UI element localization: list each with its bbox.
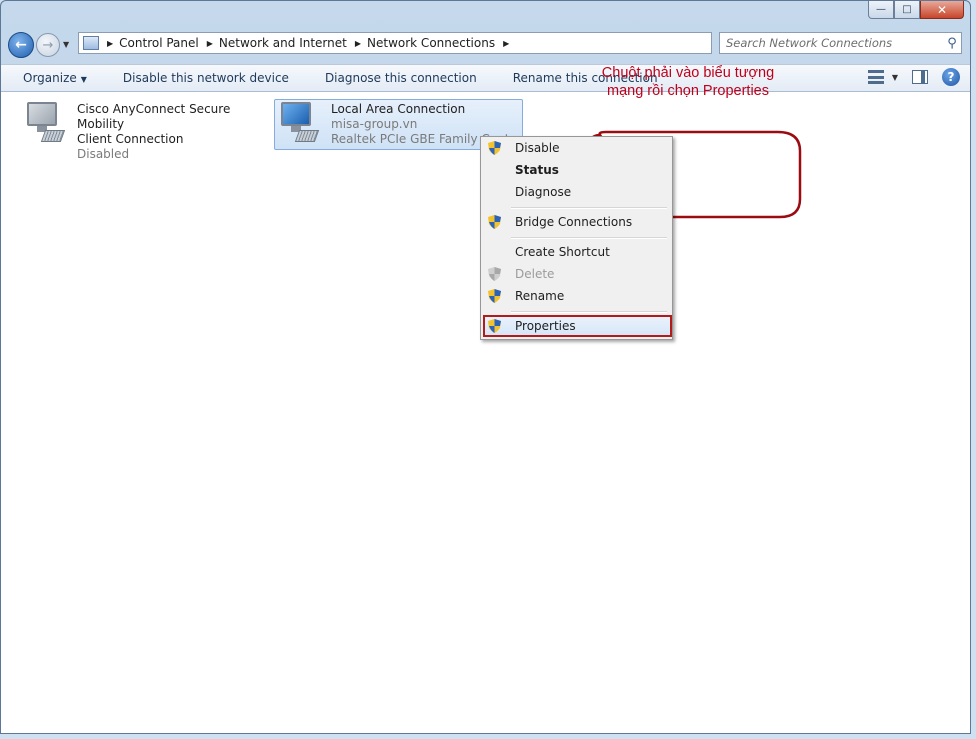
callout-line2: mạng rồi chọn Properties [607, 83, 769, 99]
preview-pane-icon[interactable] [912, 70, 928, 84]
maximize-button[interactable]: □ [894, 1, 920, 19]
uac-shield-icon [488, 215, 501, 229]
views-icon [867, 70, 884, 84]
command-bar: Organize ▼ Disable this network device Di… [1, 64, 970, 92]
menu-item-properties[interactable]: Properties [483, 315, 672, 337]
menu-item-label: Properties [515, 319, 576, 333]
recent-pages-dropdown[interactable]: ▼ [63, 40, 69, 49]
callout-text: Chuột phải vào biểu tượng mạng rồi chọn … [586, 64, 790, 100]
menu-item-label: Create Shortcut [515, 245, 610, 259]
control-panel-icon [83, 36, 99, 50]
menu-item-disable[interactable]: Disable [484, 137, 669, 159]
connection-item-cisco-anyconnect[interactable]: Cisco AnyConnect Secure Mobility Client … [21, 100, 266, 162]
change-view-button[interactable]: ▼ [867, 70, 898, 84]
callout-line1: Chuột phải vào biểu tượng [601, 65, 775, 81]
chevron-down-icon: ▼ [891, 72, 898, 82]
menu-item-label: Delete [515, 267, 555, 281]
menu-item-status[interactable]: Status [484, 159, 669, 181]
breadcrumb-network-and-internet[interactable]: Network and Internet [219, 36, 347, 50]
menu-separator [511, 237, 667, 239]
minimize-button[interactable]: — [868, 1, 894, 19]
uac-shield-icon [488, 267, 501, 281]
chevron-right-icon[interactable]: ▶ [503, 39, 509, 48]
search-icon[interactable]: ⚲ [943, 36, 961, 51]
menu-item-delete: Delete [484, 263, 669, 285]
connection-network: misa-group.vn [331, 117, 418, 131]
search-box[interactable]: Search Network Connections ⚲ [719, 32, 962, 54]
chevron-right-icon[interactable]: ▶ [207, 39, 213, 48]
chevron-right-icon[interactable]: ▶ [355, 39, 361, 48]
close-button[interactable]: ✕ [920, 1, 964, 19]
chevron-down-icon: ▼ [80, 75, 87, 84]
disable-device-button[interactable]: Disable this network device [101, 71, 303, 85]
connection-status: Disabled [77, 147, 130, 161]
network-adapter-icon [21, 100, 71, 144]
connection-name-line1: Cisco AnyConnect Secure Mobility [77, 102, 231, 131]
menu-item-bridge-connections[interactable]: Bridge Connections [484, 211, 669, 233]
menu-item-label: Bridge Connections [515, 215, 633, 229]
back-button[interactable]: ← [8, 32, 34, 58]
menu-item-create-shortcut[interactable]: Create Shortcut [484, 241, 669, 263]
navigation-bar: ← → ▼ ▶ Control Panel ▶ Network and Inte… [1, 28, 970, 60]
back-arrow-icon: ← [15, 37, 27, 53]
menu-separator [511, 207, 667, 209]
uac-shield-icon [488, 289, 501, 303]
menu-item-label: Diagnose [515, 185, 572, 199]
menu-item-label: Disable [515, 141, 560, 155]
breadcrumb-control-panel[interactable]: Control Panel [119, 36, 199, 50]
diagnose-connection-button[interactable]: Diagnose this connection [303, 71, 491, 85]
network-adapter-icon [275, 100, 325, 144]
address-bar[interactable]: ▶ Control Panel ▶ Network and Internet ▶… [78, 32, 712, 54]
uac-shield-icon [488, 141, 501, 155]
explorer-window: — □ ✕ ← → ▼ ▶ Control Panel ▶ Network an… [0, 0, 971, 734]
organize-menu[interactable]: Organize ▼ [1, 71, 101, 85]
search-input[interactable]: Search Network Connections [726, 36, 943, 50]
menu-item-rename[interactable]: Rename [484, 285, 669, 307]
organize-label: Organize [23, 71, 77, 85]
help-icon[interactable]: ? [942, 68, 960, 86]
connection-name: Local Area Connection [331, 102, 466, 116]
forward-button[interactable]: → [36, 33, 60, 57]
menu-item-label: Rename [515, 289, 565, 303]
caption-buttons: — □ ✕ [868, 1, 964, 19]
chevron-right-icon[interactable]: ▶ [107, 39, 113, 48]
menu-separator [511, 311, 667, 313]
context-menu: Disable Status Diagnose Bridge Connectio… [480, 136, 673, 340]
menu-item-diagnose[interactable]: Diagnose [484, 181, 669, 203]
breadcrumb-network-connections[interactable]: Network Connections [367, 36, 495, 50]
forward-arrow-icon: → [42, 37, 54, 53]
menu-item-label: Status [515, 163, 559, 177]
uac-shield-icon [488, 319, 501, 333]
connection-name-line2: Client Connection [77, 132, 184, 146]
